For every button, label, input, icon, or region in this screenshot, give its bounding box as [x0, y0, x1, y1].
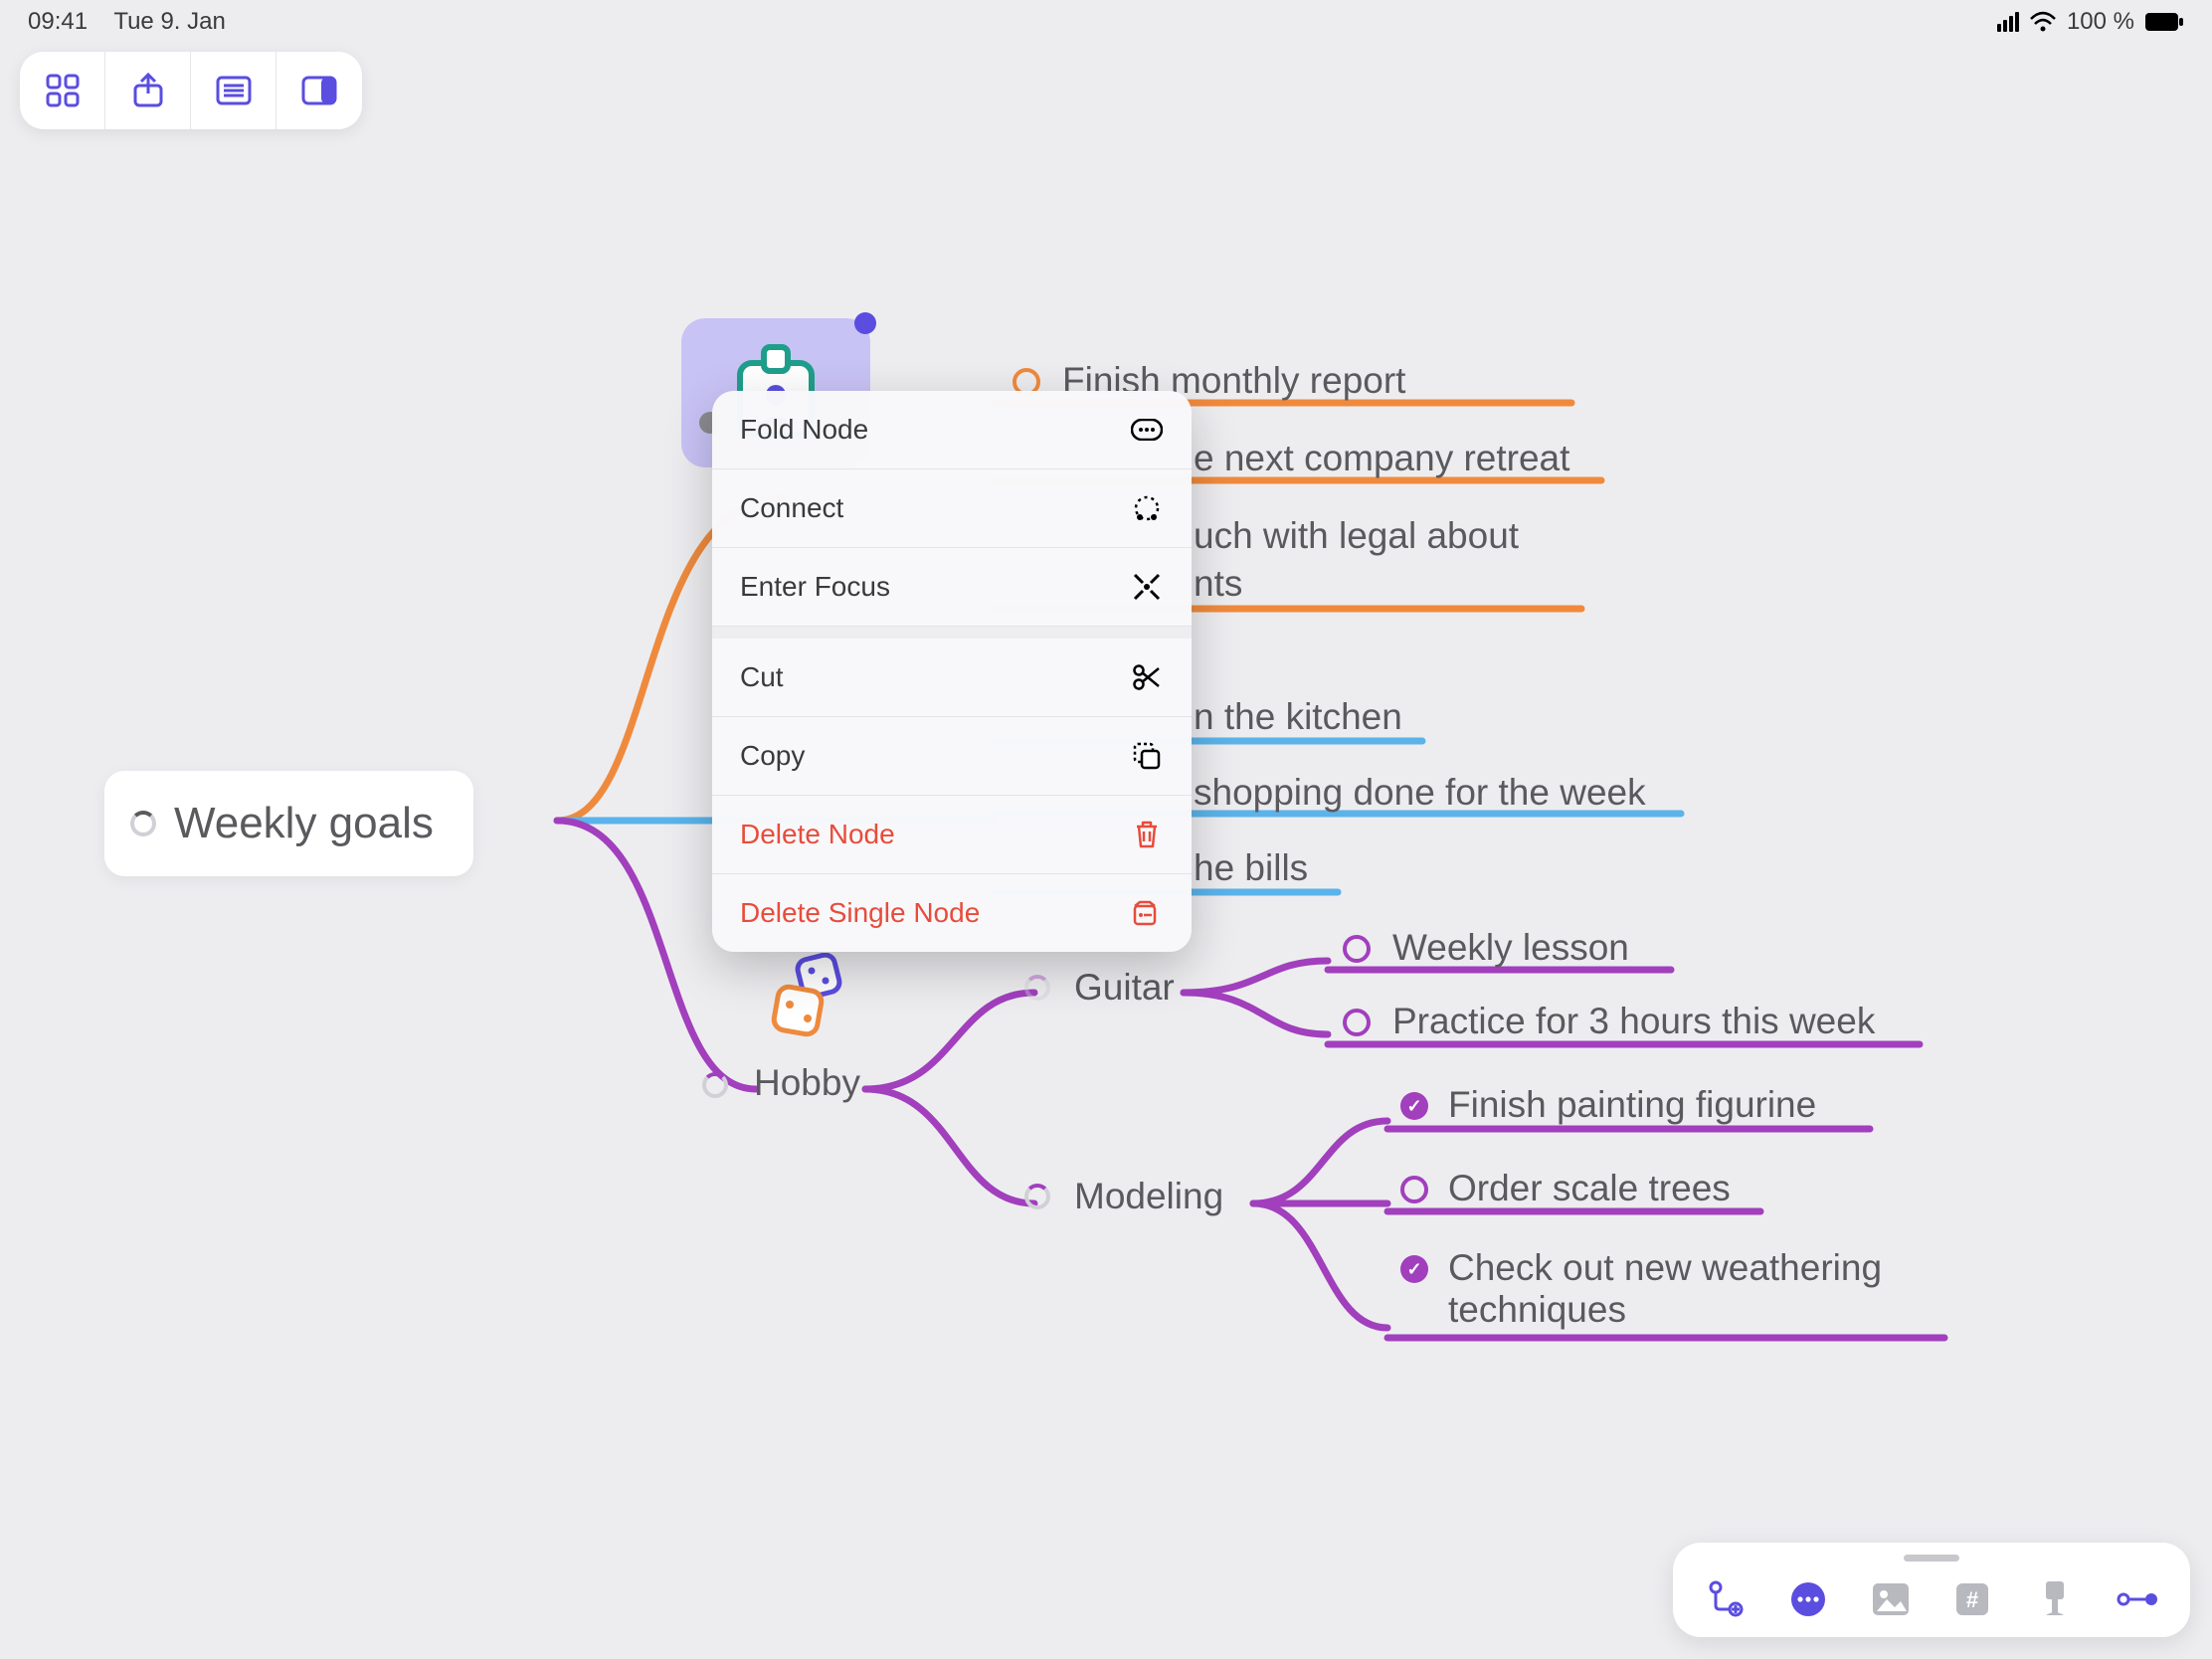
task-bullet-done[interactable]: [1400, 1092, 1428, 1120]
menu-label: Delete Node: [740, 819, 895, 850]
task-bullet[interactable]: [1343, 1009, 1371, 1036]
root-label: Weekly goals: [174, 799, 434, 847]
scissors-icon: [1130, 660, 1164, 694]
drag-handle[interactable]: [1904, 1555, 1959, 1562]
menu-delete-single-node[interactable]: Delete Single Node: [712, 874, 1192, 952]
task-bullet-done[interactable]: [1400, 1255, 1428, 1283]
tag-icon: #: [1953, 1580, 1991, 1618]
menu-label: Copy: [740, 740, 805, 772]
root-node[interactable]: Weekly goals: [104, 771, 473, 876]
dashed-circle-icon: [1130, 491, 1164, 525]
task-label[interactable]: Practice for 3 hours this week: [1392, 1001, 1875, 1044]
menu-delete-node[interactable]: Delete Node: [712, 796, 1192, 874]
trash-node-icon: [1130, 896, 1164, 930]
trash-icon: [1130, 818, 1164, 851]
more-button[interactable]: [1784, 1575, 1832, 1623]
node-hobby-label[interactable]: Hobby: [754, 1062, 860, 1104]
focus-arrows-icon: [1130, 570, 1164, 604]
menu-cut[interactable]: Cut: [712, 639, 1192, 717]
bottom-toolbar: #: [1673, 1543, 2190, 1637]
task-bullet[interactable]: [1343, 935, 1371, 963]
selection-handle[interactable]: [854, 312, 876, 334]
menu-label: Connect: [740, 492, 843, 524]
mindmap-canvas[interactable]: Weekly goals Finish monthly report e nex…: [0, 0, 2212, 1659]
menu-separator: [712, 627, 1192, 639]
task-label[interactable]: shopping done for the week: [1194, 772, 1646, 816]
menu-label: Fold Node: [740, 414, 868, 446]
node-modeling-label[interactable]: Modeling: [1074, 1176, 1223, 1217]
menu-label: Cut: [740, 661, 784, 693]
ellipsis-box-icon: [1130, 413, 1164, 447]
menu-label: Enter Focus: [740, 571, 890, 603]
task-label[interactable]: he bills: [1194, 847, 1308, 891]
menu-copy[interactable]: Copy: [712, 717, 1192, 796]
menu-connect[interactable]: Connect: [712, 469, 1192, 548]
image-button[interactable]: [1867, 1575, 1915, 1623]
image-icon: [1871, 1581, 1911, 1617]
menu-label: Delete Single Node: [740, 897, 980, 929]
tag-button[interactable]: #: [1948, 1575, 1996, 1623]
style-icon: [2038, 1579, 2072, 1619]
context-menu: Fold Node Connect Enter Focus Cut Copy: [712, 391, 1192, 952]
progress-icon: [702, 1072, 728, 1098]
task-label[interactable]: Check out new weathering techniques: [1448, 1247, 1945, 1333]
menu-fold-node[interactable]: Fold Node: [712, 391, 1192, 469]
task-label[interactable]: Order scale trees: [1448, 1168, 1731, 1211]
connect-button[interactable]: [2114, 1575, 2161, 1623]
dashed-square-icon: [1130, 739, 1164, 773]
task-label[interactable]: e next company retreat: [1194, 438, 1569, 481]
style-button[interactable]: [2031, 1575, 2079, 1623]
add-child-button[interactable]: [1702, 1575, 1750, 1623]
progress-icon: [130, 811, 156, 836]
more-icon: [1788, 1579, 1828, 1619]
svg-text:#: #: [1966, 1587, 1978, 1612]
progress-icon: [1024, 1184, 1050, 1209]
task-label[interactable]: Finish painting figurine: [1448, 1084, 1816, 1128]
node-guitar-label[interactable]: Guitar: [1074, 967, 1175, 1009]
task-label[interactable]: Weekly lesson: [1392, 927, 1629, 971]
add-child-icon: [1706, 1579, 1746, 1619]
task-bullet[interactable]: [1400, 1176, 1428, 1203]
dice-icon: [766, 953, 851, 1043]
progress-icon: [1024, 975, 1050, 1001]
connect-icon: [2116, 1585, 2159, 1613]
task-label[interactable]: n the kitchen: [1194, 696, 1402, 740]
menu-enter-focus[interactable]: Enter Focus: [712, 548, 1192, 627]
task-label[interactable]: uch with legal about: [1194, 515, 1519, 559]
task-label[interactable]: nts: [1194, 563, 1242, 607]
